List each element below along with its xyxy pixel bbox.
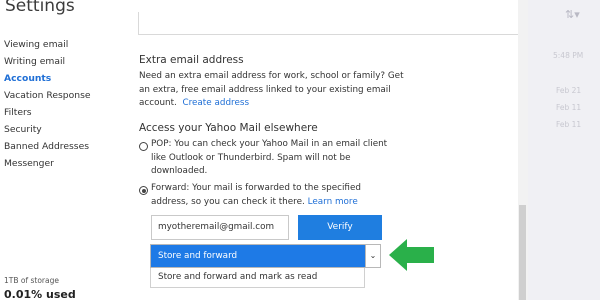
sidebar-item-vacation-response[interactable]: Vacation Response bbox=[4, 87, 91, 104]
sidebar-item-banned-addresses[interactable]: Banned Addresses bbox=[4, 138, 91, 155]
forward-line-1: Forward: Your mail is forwarded to the s… bbox=[151, 183, 361, 193]
page-title: Settings bbox=[5, 0, 75, 16]
extra-email-line-2: an extra, free email address linked to y… bbox=[139, 84, 391, 95]
extra-email-description: Need an extra email address for work, sc… bbox=[139, 70, 519, 111]
pop-description: POP: You can check your Yahoo Mail in an… bbox=[151, 138, 511, 179]
sidebar-item-security[interactable]: Security bbox=[4, 121, 91, 138]
inbox-background-panel bbox=[528, 0, 600, 300]
storage-used: 0.01% used bbox=[4, 288, 76, 301]
green-arrow-icon bbox=[389, 239, 434, 271]
message-date: Feb 11 bbox=[556, 120, 582, 129]
extra-email-heading: Extra email address bbox=[139, 54, 244, 66]
verify-button[interactable]: Verify bbox=[298, 215, 382, 240]
forward-radio[interactable] bbox=[139, 186, 148, 195]
forward-mode-select[interactable]: Store and forward ⌄ bbox=[150, 244, 381, 268]
pop-line-1: POP: You can check your Yahoo Mail in an… bbox=[151, 139, 388, 149]
sidebar-item-messenger[interactable]: Messenger bbox=[4, 155, 91, 172]
forward-description: Forward: Your mail is forwarded to the s… bbox=[151, 182, 511, 209]
pop-radio[interactable] bbox=[139, 142, 148, 151]
sidebar-item-accounts[interactable]: Accounts bbox=[4, 70, 91, 87]
storage-label: 1TB of storage bbox=[4, 276, 59, 285]
chevron-down-icon[interactable]: ⌄ bbox=[365, 245, 380, 267]
forward-email-input[interactable]: myotheremail@gmail.com bbox=[151, 215, 289, 240]
extra-email-line-3-prefix: account. bbox=[139, 98, 177, 108]
forward-line-2: address, so you can check it there. Lear… bbox=[151, 196, 511, 210]
message-date: Feb 21 bbox=[556, 86, 582, 95]
sidebar-item-filters[interactable]: Filters bbox=[4, 104, 91, 121]
dropdown-option-store-forward-mark-read[interactable]: Store and forward and mark as read bbox=[150, 268, 365, 288]
previous-section-box bbox=[138, 12, 520, 35]
create-address-link[interactable]: Create address bbox=[182, 98, 249, 108]
scrollbar-thumb[interactable] bbox=[519, 205, 526, 300]
access-elsewhere-heading: Access your Yahoo Mail elsewhere bbox=[139, 122, 318, 134]
sidebar-item-writing-email[interactable]: Writing email bbox=[4, 53, 91, 70]
sidebar-item-viewing-email[interactable]: Viewing email bbox=[4, 36, 91, 53]
settings-sidebar: Viewing email Writing email Accounts Vac… bbox=[4, 36, 91, 172]
select-selected-option[interactable]: Store and forward bbox=[158, 245, 237, 267]
pop-line-2: like Outlook or Thunderbird. Spam will n… bbox=[151, 152, 351, 163]
sort-icon: ⇅▾ bbox=[565, 8, 580, 21]
pop-line-3: downloaded. bbox=[151, 166, 208, 176]
extra-email-line-1: Need an extra email address for work, sc… bbox=[139, 71, 404, 81]
extra-email-line-3: account. Create address bbox=[139, 97, 519, 111]
message-time: 5:48 PM bbox=[553, 51, 584, 60]
learn-more-link[interactable]: Learn more bbox=[308, 197, 358, 207]
content-scrollbar[interactable] bbox=[518, 0, 528, 300]
message-date: Feb 11 bbox=[556, 103, 582, 112]
forward-line-2-prefix: address, so you can check it there. bbox=[151, 196, 305, 207]
